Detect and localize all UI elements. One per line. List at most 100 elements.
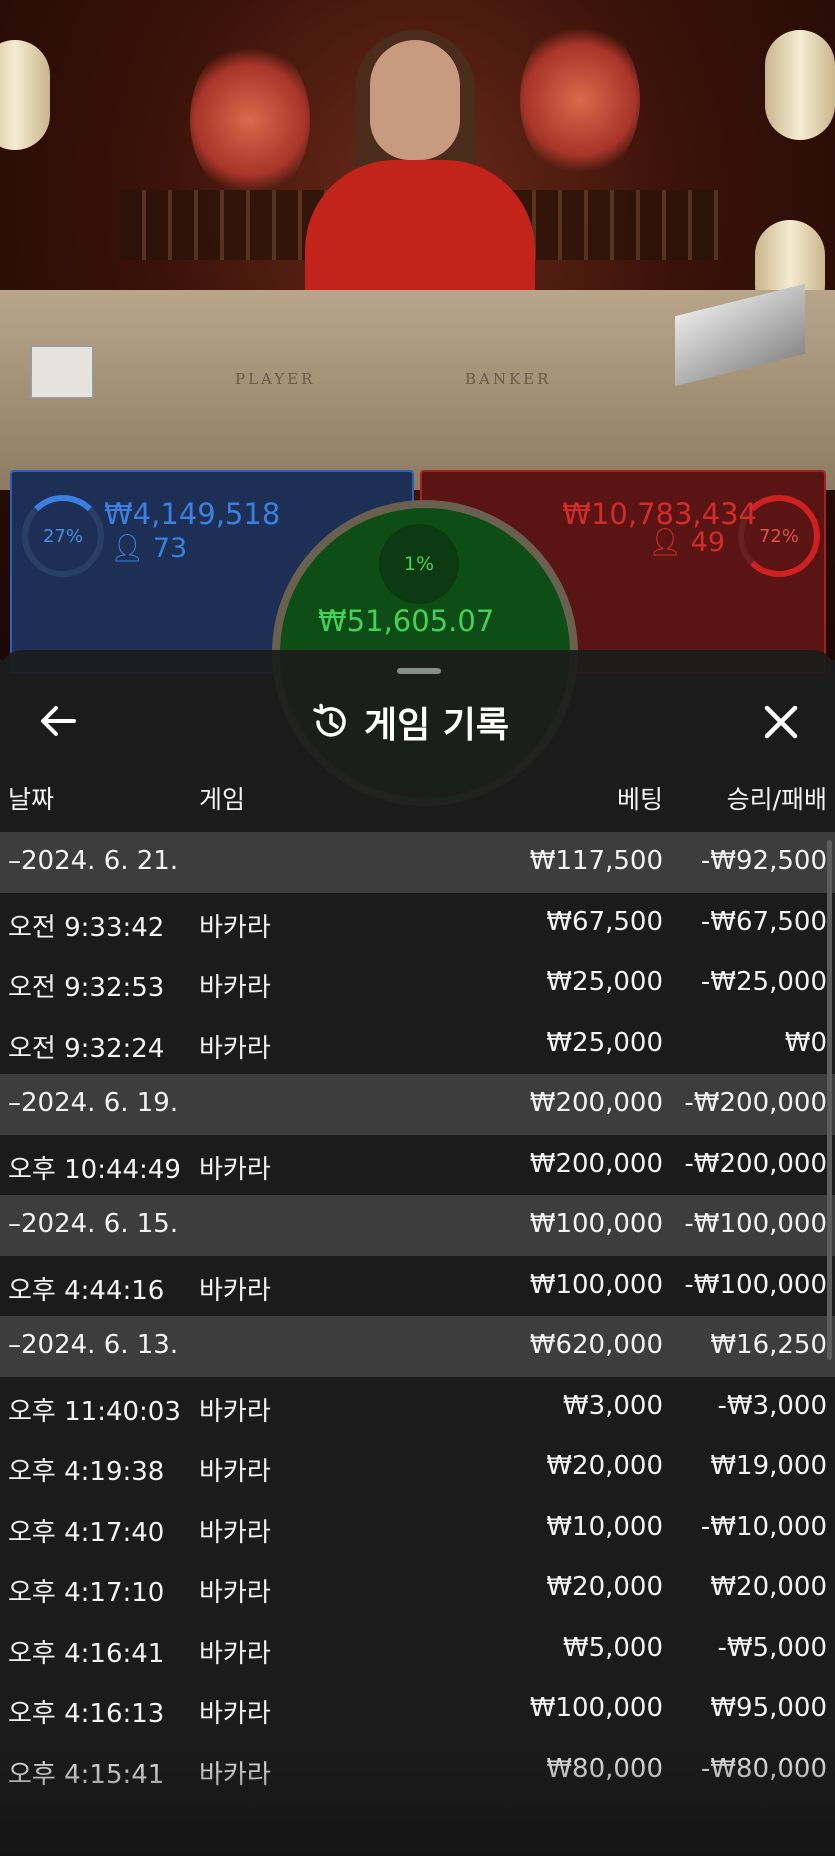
row-bet: ₩20,000: [546, 1572, 663, 1602]
row-bet: ₩20,000: [546, 1451, 663, 1481]
column-header-date: 날짜: [8, 785, 55, 814]
history-header: 게임 기록: [0, 690, 835, 750]
row-date: 오전 9:32:24: [8, 1033, 165, 1064]
person-icon: 👤︎: [647, 527, 683, 558]
back-button[interactable]: [38, 704, 78, 738]
history-entry-row[interactable]: 오후 10:44:49 바카라 ₩200,000 -₩200,000: [0, 1135, 835, 1196]
history-column-headers: 날짜 게임 베팅 승리/패배: [0, 780, 835, 820]
row-date: 오후 4:19:38: [8, 1457, 165, 1487]
drag-handle[interactable]: [397, 668, 441, 674]
card-tray: [30, 345, 94, 399]
felt-label-banker: BANKER: [465, 370, 552, 388]
column-header-result: 승리/패배: [726, 785, 827, 814]
player-percent-ring: 27%: [22, 495, 104, 577]
row-game: 바카라: [199, 912, 271, 943]
row-game: 바카라: [199, 1033, 271, 1064]
tie-percent: 1%: [403, 553, 435, 575]
row-bet: ₩25,000: [546, 1027, 663, 1058]
history-icon: [313, 703, 346, 737]
row-bet: ₩200,000: [529, 1088, 663, 1118]
blossom-left: [190, 40, 310, 200]
row-date: 오후 4:16:41: [8, 1638, 165, 1669]
banker-percent: 72%: [758, 525, 799, 547]
history-date-group-row[interactable]: –2024. 6. 13. ₩620,000 ₩16,250: [0, 1316, 835, 1377]
row-result: ₩0: [784, 1027, 827, 1058]
history-list: –2024. 6. 21. ₩117,500 -₩92,500 오전 9:33:42 바…: [0, 832, 835, 1800]
banker-bettor-count: 👤︎ 49: [648, 526, 725, 558]
history-entry-row[interactable]: 오전 9:32:24 바카라 ₩25,000 ₩0: [0, 1014, 835, 1075]
close-button[interactable]: [761, 702, 801, 742]
row-game: 바카라: [199, 1699, 271, 1729]
row-game: 바카라: [199, 1457, 271, 1487]
history-entry-row[interactable]: 오전 9:32:53 바카라 ₩25,000 -₩25,000: [0, 953, 835, 1014]
row-date: 오후 10:44:49: [8, 1154, 181, 1185]
row-result: -₩10,000: [700, 1511, 827, 1542]
row-date: –2024. 6. 21.: [8, 846, 179, 876]
row-game: 바카라: [199, 1275, 271, 1306]
row-result: -₩92,500: [700, 846, 827, 876]
history-date-group-row[interactable]: –2024. 6. 19. ₩200,000 -₩200,000: [0, 1074, 835, 1135]
player-count-value: 73: [152, 533, 188, 564]
row-date: –2024. 6. 15.: [8, 1209, 179, 1239]
row-game: 바카라: [199, 1517, 271, 1548]
history-entry-row[interactable]: 오전 9:33:42 바카라 ₩67,500 -₩67,500: [0, 893, 835, 954]
row-bet: ₩620,000: [529, 1330, 663, 1360]
row-date: –2024. 6. 19.: [8, 1088, 179, 1118]
column-header-game: 게임: [199, 785, 246, 814]
history-entry-row[interactable]: 오후 4:17:10 바카라 ₩20,000 ₩20,000: [0, 1558, 835, 1619]
game-history-panel: 게임 기록 날짜 게임 베팅 승리/패배 –2024. 6. 21. ₩117,5…: [0, 650, 835, 1856]
row-date: 오후 4:16:13: [8, 1699, 165, 1729]
row-bet: ₩117,500: [529, 846, 663, 876]
row-result: ₩95,000: [710, 1693, 827, 1723]
row-bet: ₩10,000: [546, 1511, 663, 1542]
person-icon: 👤︎: [110, 533, 145, 564]
bottom-fade: [0, 1746, 835, 1856]
history-entry-row[interactable]: 오후 4:19:38 바카라 ₩20,000 ₩19,000: [0, 1437, 835, 1498]
history-entry-row[interactable]: 오후 4:16:41 바카라 ₩5,000 -₩5,000: [0, 1619, 835, 1680]
row-bet: ₩25,000: [546, 967, 663, 997]
row-bet: ₩100,000: [529, 1693, 663, 1723]
column-header-bet: 베팅: [616, 785, 663, 814]
row-bet: ₩100,000: [529, 1269, 663, 1300]
row-bet: ₩5,000: [562, 1632, 663, 1663]
row-date: 오후 11:40:03: [8, 1396, 181, 1427]
row-result: ₩20,000: [710, 1572, 827, 1602]
row-date: 오후 4:17:10: [8, 1578, 165, 1608]
row-bet: ₩67,500: [546, 906, 663, 937]
row-result: -₩200,000: [684, 1088, 827, 1118]
row-game: 바카라: [199, 1396, 271, 1427]
history-entry-row[interactable]: 오후 11:40:03 바카라 ₩3,000 -₩3,000: [0, 1377, 835, 1438]
row-bet: ₩3,000: [562, 1390, 663, 1421]
player-percent: 27%: [42, 525, 83, 547]
row-date: 오전 9:33:42: [8, 912, 165, 943]
player-bet-amount: ₩4,149,518: [104, 497, 281, 531]
row-result: -₩5,000: [717, 1632, 827, 1663]
arrow-left-icon: [41, 706, 76, 736]
row-game: 바카라: [199, 1154, 271, 1185]
player-bettor-count: 👤︎ 73: [110, 532, 187, 564]
history-date-group-row[interactable]: –2024. 6. 15. ₩100,000 -₩100,000: [0, 1195, 835, 1256]
history-entry-row[interactable]: 오후 4:17:40 바카라 ₩10,000 -₩10,000: [0, 1498, 835, 1559]
row-result: -₩67,500: [700, 906, 827, 937]
history-scrollbar[interactable]: [827, 840, 832, 1360]
tie-percent-ring: 1%: [379, 524, 459, 604]
row-date: 오전 9:32:53: [8, 973, 165, 1003]
history-date-group-row[interactable]: –2024. 6. 21. ₩117,500 -₩92,500: [0, 832, 835, 893]
felt-label-player: PLAYER: [235, 370, 316, 388]
blossom-right: [520, 20, 640, 180]
row-game: 바카라: [199, 973, 271, 1003]
row-result: ₩16,250: [710, 1330, 827, 1360]
history-entry-row[interactable]: 오후 4:44:16 바카라 ₩100,000 -₩100,000: [0, 1256, 835, 1317]
row-result: ₩19,000: [710, 1451, 827, 1481]
row-result: -₩3,000: [717, 1390, 827, 1421]
row-date: 오후 4:44:16: [8, 1275, 165, 1306]
lantern-left: [0, 40, 50, 150]
dealer-head: [370, 40, 460, 160]
history-entry-row[interactable]: 오후 4:16:13 바카라 ₩100,000 ₩95,000: [0, 1679, 835, 1740]
row-date: 오후 4:17:40: [8, 1517, 165, 1548]
row-date: –2024. 6. 13.: [8, 1330, 179, 1360]
banker-count-value: 49: [690, 527, 725, 558]
page-title: 게임 기록: [364, 705, 510, 746]
tie-bet-amount: ₩51,605.07: [318, 604, 495, 638]
row-bet: ₩200,000: [529, 1148, 663, 1179]
